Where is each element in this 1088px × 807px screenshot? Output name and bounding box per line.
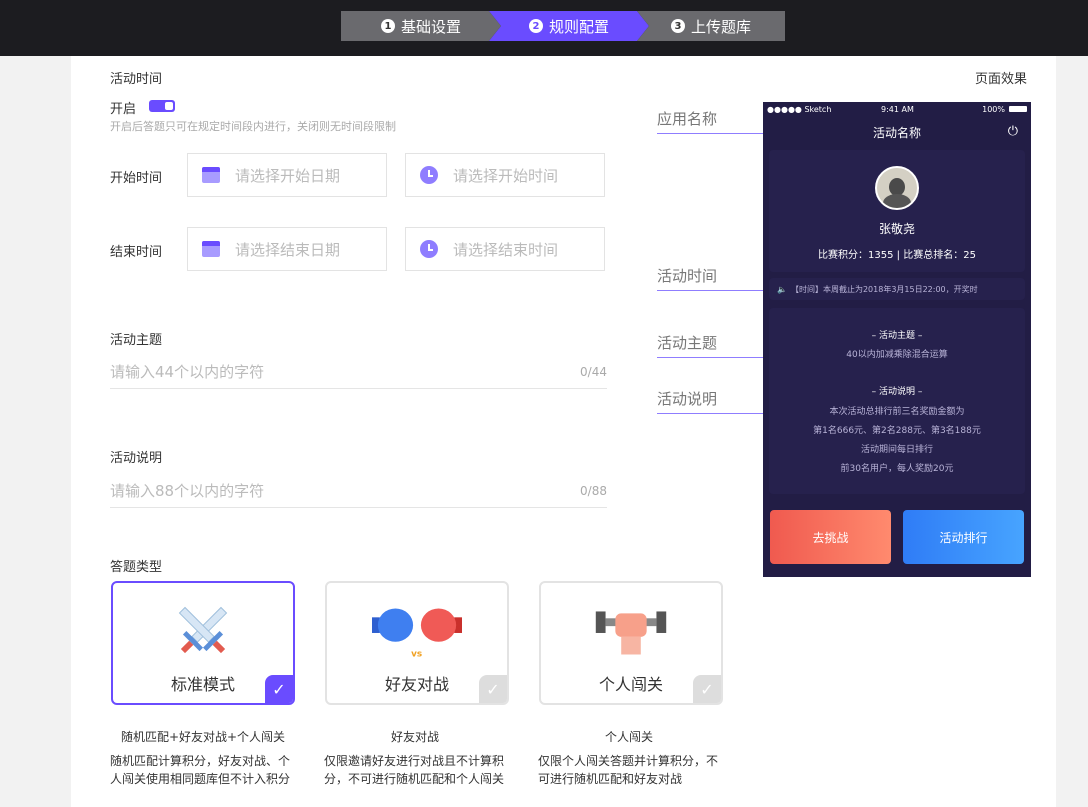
calendar-icon <box>202 167 220 183</box>
theme-placeholder: 请输入44个以内的字符 <box>110 363 265 381</box>
avatar <box>875 166 919 210</box>
mode-description: 仅限邀请好友进行对战且不计算积分，不可进行随机匹配和个人闯关 <box>324 754 505 786</box>
description-line: 前30名用户，每人奖励20元 <box>840 464 954 474</box>
battery-icon <box>1009 106 1027 112</box>
check-icon: ✓ <box>693 675 721 703</box>
end-date-picker[interactable]: 请选择结束日期 <box>187 227 387 271</box>
mode-description: 仅限个人闯关答题并计算积分，不可进行随机匹配和好友对战 <box>538 754 719 786</box>
end-date-placeholder: 请选择结束日期 <box>235 240 341 259</box>
calendar-icon <box>202 241 220 257</box>
description-input[interactable]: 请输入88个以内的字符 0/88 <box>110 474 607 508</box>
phone-status-bar: ●●●●● Sketch 9:41 AM 100% <box>763 102 1031 116</box>
mode-card-solo-challenge[interactable]: 个人闯关 ✓ <box>539 581 723 705</box>
step-label: 上传题库 <box>690 17 751 36</box>
svg-text:vs: vs <box>411 649 422 659</box>
description-placeholder: 请输入88个以内的字符 <box>110 482 265 500</box>
clock-icon <box>420 166 438 184</box>
theme-char-count: 0/44 <box>580 364 607 379</box>
main-panel: 活动时间 开启 开启后答题只可在规定时间段内进行，关闭则无时间段限制 开始时间 … <box>71 56 1056 807</box>
mode-card-standard[interactable]: 标准模式 ✓ <box>111 581 295 705</box>
mode-caption: 个人闯关 <box>604 730 653 744</box>
annotation-activity-description: 活动说明 <box>657 390 718 408</box>
app-title: 活动名称 <box>872 126 921 140</box>
check-icon: ✓ <box>265 675 293 703</box>
step-basic-settings[interactable]: 1 基础设置 <box>341 11 501 41</box>
notice-bar: 🔈 【时间】本周截止为2018年3月15日22:00，开奖时 <box>769 278 1025 300</box>
mode-description: 随机匹配计算积分，好友对战、个人闯关使用相同题库但不计入积分 <box>110 754 291 786</box>
theme-heading: – 活动主题 – <box>871 331 923 341</box>
crossed-swords-icon <box>178 606 228 654</box>
user-name: 张敬尧 <box>878 222 915 236</box>
dumbbell-fist-icon <box>595 611 667 655</box>
time-hint: 开启后答题只可在规定时间段内进行，关闭则无时间段限制 <box>110 120 396 133</box>
step-label: 基础设置 <box>400 17 461 36</box>
annotation-app-name: 应用名称 <box>657 110 718 128</box>
description-char-count: 0/88 <box>580 483 607 498</box>
end-time-label: 结束时间 <box>110 245 163 260</box>
description-line: 第1名666元、第2名288元、第3名188元 <box>813 426 981 436</box>
step-upload-questions[interactable]: 3 上传题库 <box>637 11 785 41</box>
preview-heading: 页面效果 <box>975 72 1028 87</box>
step-number: 3 <box>670 19 685 33</box>
step-label: 规则配置 <box>548 17 609 36</box>
annotation-line <box>657 290 777 291</box>
status-time: 9:41 AM <box>881 105 914 114</box>
description-line: 活动期间每日排行 <box>860 445 933 455</box>
mode-card-friend-battle[interactable]: vs 好友对战 ✓ <box>325 581 509 705</box>
mode-caption: 随机匹配+好友对战+个人闯关 <box>120 730 286 744</box>
toggle-label: 开启 <box>110 102 137 117</box>
start-date-picker[interactable]: 请选择开始日期 <box>187 153 387 197</box>
activity-time-title: 活动时间 <box>110 72 163 87</box>
power-icon: ⏻ <box>1007 124 1018 139</box>
step-number: 1 <box>380 19 395 33</box>
annotation-activity-theme: 活动主题 <box>657 334 718 352</box>
info-card: – 活动主题 – 40以内加减乘除混合运算 – 活动说明 – 本次活动总排行前三… <box>769 308 1025 494</box>
battery-text: 100% <box>982 105 1005 114</box>
mode-caption: 好友对战 <box>390 730 439 744</box>
start-time-label: 开始时间 <box>110 171 163 186</box>
start-time-placeholder: 请选择开始时间 <box>453 166 559 185</box>
theme-text: 40以内加减乘除混合运算 <box>846 350 948 360</box>
step-rule-config[interactable]: 2 规则配置 <box>489 11 649 41</box>
question-type-label: 答题类型 <box>110 560 163 575</box>
clock-icon <box>420 240 438 258</box>
challenge-button[interactable]: 去挑战 <box>770 510 891 564</box>
description-label: 活动说明 <box>110 451 163 466</box>
user-score: 比赛积分：1355 | 比赛总排名：25 <box>818 250 976 261</box>
time-limit-toggle[interactable] <box>149 100 175 112</box>
notice-text: 【时间】本周截止为2018年3月15日22:00，开奖时 <box>790 284 978 294</box>
ranking-button[interactable]: 活动排行 <box>903 510 1024 564</box>
annotation-activity-time: 活动时间 <box>657 267 718 285</box>
speaker-icon: 🔈 <box>777 284 787 294</box>
check-icon: ✓ <box>479 675 507 703</box>
end-time-placeholder: 请选择结束时间 <box>453 240 559 259</box>
carrier-text: ●●●●● Sketch <box>767 105 832 114</box>
theme-input[interactable]: 请输入44个以内的字符 0/44 <box>110 355 607 389</box>
description-line: 本次活动总排行前三名奖励金额为 <box>829 407 965 417</box>
phone-preview: ●●●●● Sketch 9:41 AM 100% 活动名称 ⏻ 张敬尧 比赛积… <box>763 102 1031 577</box>
start-date-placeholder: 请选择开始日期 <box>235 166 341 185</box>
step-number: 2 <box>528 19 543 33</box>
description-heading: – 活动说明 – <box>871 387 923 397</box>
boxing-gloves-icon: vs <box>372 608 462 659</box>
user-card: 张敬尧 比赛积分：1355 | 比赛总排名：25 <box>769 150 1025 272</box>
top-bar: 1 基础设置 2 规则配置 3 上传题库 <box>0 0 1088 56</box>
start-time-picker[interactable]: 请选择开始时间 <box>405 153 605 197</box>
end-time-picker[interactable]: 请选择结束时间 <box>405 227 605 271</box>
stepper: 1 基础设置 2 规则配置 3 上传题库 <box>341 11 785 41</box>
theme-label: 活动主题 <box>110 333 163 348</box>
